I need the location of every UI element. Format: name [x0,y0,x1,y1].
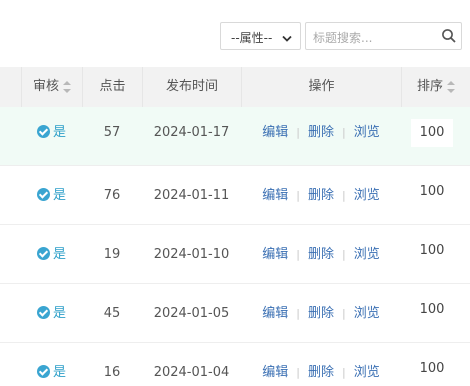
sort-icon[interactable] [447,80,455,93]
actions-cell: 编辑 | 删除 | 浏览 [241,107,401,166]
header-review-label: 审核 [32,79,59,94]
separator: | [342,126,346,139]
sort-order-input[interactable]: 100 [411,119,453,147]
date-cell: 2024-01-17 [153,125,230,140]
review-status[interactable]: 是 [21,284,82,343]
clicks-cell: 45 [103,306,121,321]
edit-link[interactable]: 编辑 [262,247,288,262]
delete-link[interactable]: 删除 [308,125,334,140]
clicks-cell: 16 [103,365,121,380]
clicks-cell: 57 [103,125,121,140]
separator: | [342,248,346,261]
header-sort[interactable]: 排序 [401,67,470,107]
date-cell: 2024-01-10 [153,247,230,262]
sort-order-input[interactable]: 100 [411,237,453,265]
review-status[interactable]: 是 [21,107,82,166]
table-row: 是 76 2024-01-11 编辑 | 删除 | 浏览 100 [0,166,470,225]
review-status[interactable]: 是 [21,166,82,225]
edit-link[interactable]: 编辑 [262,365,288,380]
search-input[interactable]: 标题搜索... [313,29,372,46]
delete-link[interactable]: 删除 [308,306,334,321]
separator: | [342,307,346,320]
review-status[interactable]: 是 [21,343,82,386]
header-review[interactable]: 审核 [21,67,82,107]
review-status-label: 是 [52,247,66,262]
attribute-select[interactable]: --属性-- [220,22,301,50]
review-status-label: 是 [52,365,66,380]
clicks-cell: 19 [103,247,121,262]
view-link[interactable]: 浏览 [354,188,380,203]
edit-link[interactable]: 编辑 [262,306,288,321]
date-cell: 2024-01-04 [153,365,230,380]
separator: | [296,366,300,379]
search-icon[interactable] [441,28,457,48]
check-circle-icon [36,125,50,138]
header-publish-time-label: 发布时间 [165,79,218,94]
table-row: 是 19 2024-01-10 编辑 | 删除 | 浏览 100 [0,225,470,284]
search-box[interactable]: 标题搜索... [305,22,462,50]
data-table: 审核 点击 发布时间 操作 排序 是 57 2024-01-17 编辑 | 删除 | 浏… [0,67,470,386]
date-cell: 2024-01-11 [153,188,230,203]
table-header: 审核 点击 发布时间 操作 排序 [0,67,470,107]
date-cell: 2024-01-05 [153,306,230,321]
toolbar: --属性-- 标题搜索... [0,20,470,50]
check-circle-icon [36,247,50,260]
view-link[interactable]: 浏览 [354,365,380,380]
header-actions: 操作 [241,67,401,107]
actions-cell: 编辑 | 删除 | 浏览 [241,166,401,225]
attribute-select-value: --属性-- [231,31,273,45]
edit-link[interactable]: 编辑 [262,188,288,203]
sort-order-input[interactable]: 100 [411,296,453,324]
review-status-label: 是 [52,306,66,321]
header-sort-label: 排序 [416,79,443,94]
view-link[interactable]: 浏览 [354,306,380,321]
separator: | [296,126,300,139]
table-row: 是 57 2024-01-17 编辑 | 删除 | 浏览 100 [0,107,470,166]
check-circle-icon [36,188,50,201]
header-clicks: 点击 [82,67,142,107]
separator: | [342,366,346,379]
table-row: 是 16 2024-01-04 编辑 | 删除 | 浏览 100 [0,343,470,386]
view-link[interactable]: 浏览 [354,125,380,140]
actions-cell: 编辑 | 删除 | 浏览 [241,284,401,343]
check-circle-icon [36,365,50,378]
actions-cell: 编辑 | 删除 | 浏览 [241,343,401,386]
sort-icon[interactable] [63,80,71,93]
clicks-cell: 76 [103,188,121,203]
header-cell-partial [0,67,21,107]
table-row: 是 45 2024-01-05 编辑 | 删除 | 浏览 100 [0,284,470,343]
separator: | [342,189,346,202]
actions-cell: 编辑 | 删除 | 浏览 [241,225,401,284]
review-status[interactable]: 是 [21,225,82,284]
sort-order-input[interactable]: 100 [411,178,453,206]
header-actions-label: 操作 [308,79,335,94]
delete-link[interactable]: 删除 [308,365,334,380]
delete-link[interactable]: 删除 [308,188,334,203]
view-link[interactable]: 浏览 [354,247,380,262]
delete-link[interactable]: 删除 [308,247,334,262]
sort-order-input[interactable]: 100 [411,355,453,383]
header-publish-time: 发布时间 [142,67,241,107]
chevron-down-icon [282,32,292,47]
review-status-label: 是 [52,125,66,140]
separator: | [296,189,300,202]
review-status-label: 是 [52,188,66,203]
separator: | [296,307,300,320]
edit-link[interactable]: 编辑 [262,125,288,140]
check-circle-icon [36,306,50,319]
separator: | [296,248,300,261]
header-clicks-label: 点击 [99,79,126,94]
